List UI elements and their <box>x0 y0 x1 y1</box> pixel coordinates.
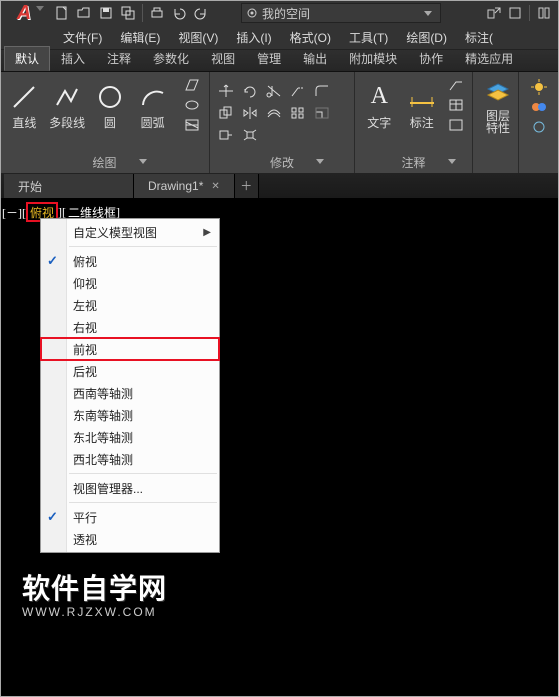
dim-button[interactable]: 标注 <box>404 80 441 131</box>
quick-access-toolbar <box>52 3 211 23</box>
undo-icon[interactable] <box>169 3 189 23</box>
doc-tab-start[interactable]: 开始 <box>4 174 134 198</box>
leader-icon[interactable] <box>446 76 466 94</box>
polyline-icon <box>53 82 81 112</box>
redo-icon[interactable] <box>191 3 211 23</box>
ribbon-tab-view[interactable]: 视图 <box>200 46 246 71</box>
ctx-proj-parallel[interactable]: ✓平行 <box>41 506 219 528</box>
ctx-view-manager[interactable]: 视图管理器... <box>41 477 219 499</box>
panel-title-anno[interactable]: 注释 <box>361 153 466 173</box>
dim-icon <box>408 82 436 112</box>
ctx-view-left[interactable]: 左视 <box>41 294 219 316</box>
panel-annotate: A 文字 标注 注释 <box>355 72 473 173</box>
ctx-view-front[interactable]: 前视 <box>41 338 219 360</box>
ctx-custom-views[interactable]: 自定义模型视图 ▶ <box>41 221 219 243</box>
ribbon-tab-param[interactable]: 参数化 <box>142 46 200 71</box>
ctx-view-se-iso[interactable]: 东南等轴测 <box>41 404 219 426</box>
panel-draw: 直线 多段线 圆 圆弧 绘图 <box>0 72 210 173</box>
move-icon[interactable] <box>216 82 236 100</box>
watermark: 软件自学网 WWW.RJZXW.COM <box>22 567 167 619</box>
ctx-view-top[interactable]: ✓俯视 <box>41 250 219 272</box>
rotate-icon[interactable] <box>240 82 260 100</box>
offset-icon[interactable] <box>264 104 284 122</box>
ribbon-tab-addin[interactable]: 附加模块 <box>338 46 408 71</box>
hatch-icon[interactable] <box>181 116 203 134</box>
line-icon <box>10 82 38 112</box>
cloud-icon[interactable] <box>506 4 524 22</box>
panel-layer: 图层 特性 <box>473 72 519 173</box>
cloud-rev-icon[interactable] <box>446 116 466 134</box>
ribbon-tab-output[interactable]: 输出 <box>292 46 338 71</box>
app-menu-caret-icon <box>36 4 44 12</box>
app-logo-icon: A <box>17 2 31 25</box>
workspace-selector[interactable]: 我的空间 <box>241 3 441 23</box>
more-icon[interactable] <box>529 118 549 136</box>
rect-icon[interactable] <box>181 76 203 94</box>
mirror-icon[interactable] <box>240 104 260 122</box>
panel-title-modify[interactable]: 修改 <box>216 153 348 173</box>
ribbon-tab-collab[interactable]: 协作 <box>408 46 454 71</box>
array-icon[interactable] <box>288 104 308 122</box>
table-icon[interactable] <box>446 96 466 114</box>
text-icon: A <box>371 82 388 112</box>
submenu-arrow-icon: ▶ <box>203 227 211 238</box>
share-icon[interactable] <box>485 4 503 22</box>
circle-button[interactable]: 圆 <box>92 80 129 131</box>
ribbon-tab-manage[interactable]: 管理 <box>246 46 292 71</box>
ctx-view-ne-iso[interactable]: 东北等轴测 <box>41 426 219 448</box>
close-tab-icon[interactable]: ✕ <box>211 181 219 192</box>
app-menu-button[interactable]: A <box>0 0 48 26</box>
color-icon[interactable] <box>529 98 549 116</box>
ribbon-body: 直线 多段线 圆 圆弧 绘图 <box>0 72 559 174</box>
ellipse-icon[interactable] <box>181 96 203 114</box>
ctx-proj-perspective[interactable]: 透视 <box>41 528 219 550</box>
gear-icon <box>246 7 258 19</box>
plot-icon[interactable] <box>147 3 167 23</box>
ribbon-tab-default[interactable]: 默认 <box>4 46 50 71</box>
circle-icon <box>96 82 124 112</box>
saveas-icon[interactable] <box>118 3 138 23</box>
save-icon[interactable] <box>96 3 116 23</box>
ribbon-tab-insert[interactable]: 插入 <box>50 46 96 71</box>
ctx-view-nw-iso[interactable]: 西北等轴测 <box>41 448 219 470</box>
view-context-menu: 自定义模型视图 ▶ ✓俯视 仰视 左视 右视 前视 后视 西南等轴测 东南等轴测… <box>40 218 220 553</box>
text-button[interactable]: A 文字 <box>361 80 398 131</box>
layer-props-button[interactable]: 图层 特性 <box>479 76 517 134</box>
scale-icon[interactable] <box>312 104 332 122</box>
help-icon[interactable] <box>535 4 553 22</box>
panel-extras <box>519 72 559 173</box>
ctx-view-right[interactable]: 右视 <box>41 316 219 338</box>
doc-tab-drawing1[interactable]: Drawing1*✕ <box>134 174 235 198</box>
trim-icon[interactable] <box>264 82 284 100</box>
check-icon: ✓ <box>47 253 58 269</box>
caret-down-icon <box>424 9 432 17</box>
explode-icon[interactable] <box>240 126 260 144</box>
workspace-label: 我的空间 <box>262 5 310 22</box>
check-icon: ✓ <box>47 509 58 525</box>
ribbon-tabs: 默认 插入 注释 参数化 视图 管理 输出 附加模块 协作 精选应用 <box>0 50 559 72</box>
layers-icon <box>484 78 512 108</box>
ribbon-tab-express[interactable]: 精选应用 <box>454 46 524 71</box>
arc-icon <box>139 82 167 112</box>
ctx-view-back[interactable]: 后视 <box>41 360 219 382</box>
open-icon[interactable] <box>74 3 94 23</box>
title-bar: A 我的空间 <box>0 0 559 26</box>
ctx-view-sw-iso[interactable]: 西南等轴测 <box>41 382 219 404</box>
copy-icon[interactable] <box>216 104 236 122</box>
new-icon[interactable] <box>52 3 72 23</box>
stretch-icon[interactable] <box>216 126 236 144</box>
line-button[interactable]: 直线 <box>6 80 43 131</box>
new-tab-button[interactable]: ＋ <box>235 174 259 198</box>
panel-title-draw[interactable]: 绘图 <box>6 153 203 173</box>
ribbon-tab-annotate[interactable]: 注释 <box>96 46 142 71</box>
doc-tabs: 开始 Drawing1*✕ ＋ <box>0 174 559 198</box>
title-right-tools <box>485 4 559 22</box>
fillet-icon[interactable] <box>312 82 332 100</box>
panel-modify: 修改 <box>210 72 355 173</box>
extend-icon[interactable] <box>288 82 308 100</box>
polyline-button[interactable]: 多段线 <box>49 80 86 131</box>
ctx-view-bottom[interactable]: 仰视 <box>41 272 219 294</box>
arc-button[interactable]: 圆弧 <box>134 80 171 131</box>
sun-icon[interactable] <box>529 78 549 96</box>
